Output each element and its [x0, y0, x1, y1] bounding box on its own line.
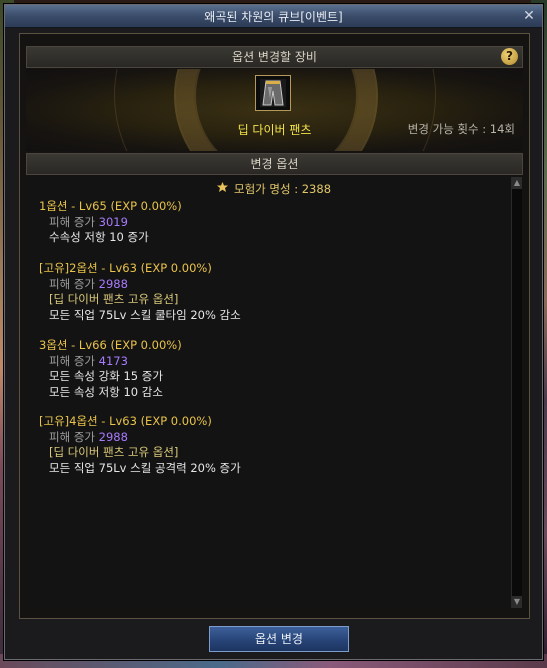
option-block-3: 3옵션 - Lv66 (EXP 0.00%) 피해 증가 4173 모든 속성 …: [39, 338, 182, 400]
option-title: [고유]4옵션 - Lv63 (EXP 0.00%): [39, 414, 212, 428]
option-line: 모든 직업 75Lv 스킬 쿨타임 20% 감소: [49, 307, 241, 322]
option-title: 1옵션 - Lv65 (EXP 0.00%): [39, 199, 182, 213]
damage-value: 2988: [98, 429, 128, 444]
window-title: 왜곡된 차원의 큐브[이벤트]: [204, 10, 343, 24]
adventurer-renown: 모험가 명성 : 2388: [216, 181, 331, 197]
damage-label: 피해 증가: [49, 429, 99, 444]
option-block-2: [고유]2옵션 - Lv63 (EXP 0.00%) 피해 증가 2988 [딥…: [39, 261, 241, 323]
option-line: 모든 속성 저항 10 감소: [49, 384, 163, 399]
cube-panel: 옵션 변경할 장비 ? 딥 다이버 팬츠 변경 가능 횟수 : 14회 변경 옵…: [19, 33, 530, 619]
equip-section-title: 옵션 변경할 장비: [232, 50, 317, 64]
change-count: 변경 가능 횟수 : 14회: [407, 122, 515, 136]
options-scrollbar[interactable]: ▲ ▼: [511, 177, 522, 608]
option-damage-line: 피해 증가 2988: [39, 430, 241, 446]
change-option-button[interactable]: 옵션 변경: [209, 626, 349, 652]
damage-label: 피해 증가: [49, 214, 99, 229]
option-block-4: [고유]4옵션 - Lv63 (EXP 0.00%) 피해 증가 2988 [딥…: [39, 414, 241, 476]
option-damage-line: 피해 증가 4173: [39, 354, 182, 370]
option-line: 모든 직업 75Lv 스킬 공격력 20% 증가: [49, 460, 241, 475]
damage-value: 3019: [98, 214, 128, 229]
option-block-1: 1옵션 - Lv65 (EXP 0.00%) 피해 증가 3019 수속성 저항…: [39, 199, 182, 246]
unique-option-label: [딥 다이버 팬츠 고유 옵션]: [49, 445, 179, 459]
options-section-header: 변경 옵션: [26, 153, 523, 175]
option-title: [고유]2옵션 - Lv63 (EXP 0.00%): [39, 261, 212, 275]
option-damage-line: 피해 증가 2988: [39, 277, 241, 293]
scroll-up-icon[interactable]: ▲: [512, 177, 522, 189]
unique-option-label: [딥 다이버 팬츠 고유 옵션]: [49, 292, 179, 306]
option-damage-line: 피해 증가 3019: [39, 215, 182, 231]
pants-icon: [260, 79, 286, 107]
options-panel: 모험가 명성 : 2388 1옵션 - Lv65 (EXP 0.00%) 피해 …: [26, 177, 523, 608]
damage-label: 피해 증가: [49, 353, 99, 368]
damage-label: 피해 증가: [49, 276, 99, 291]
option-title: 3옵션 - Lv66 (EXP 0.00%): [39, 338, 182, 352]
option-line: 모든 속성 강화 15 증가: [49, 369, 163, 383]
emblem-icon: [216, 181, 230, 196]
window-titlebar[interactable]: 왜곡된 차원의 큐브[이벤트] ✕: [5, 5, 542, 28]
equip-section-header: 옵션 변경할 장비 ?: [26, 46, 523, 68]
equip-area: 딥 다이버 팬츠 변경 가능 횟수 : 14회: [26, 69, 523, 151]
scroll-down-icon[interactable]: ▼: [512, 596, 522, 608]
cube-window: 왜곡된 차원의 큐브[이벤트] ✕ 옵션 변경할 장비 ? 딥 다이버 팬츠 변…: [4, 4, 543, 660]
renown-text: 모험가 명성 : 2388: [234, 182, 332, 196]
scroll-track[interactable]: [512, 189, 522, 596]
help-icon[interactable]: ?: [501, 48, 518, 65]
damage-value: 4173: [98, 353, 128, 368]
damage-value: 2988: [98, 276, 128, 291]
option-line: 수속성 저항 10 증가: [49, 230, 149, 244]
close-icon[interactable]: ✕: [521, 8, 537, 24]
item-slot[interactable]: [255, 75, 291, 111]
